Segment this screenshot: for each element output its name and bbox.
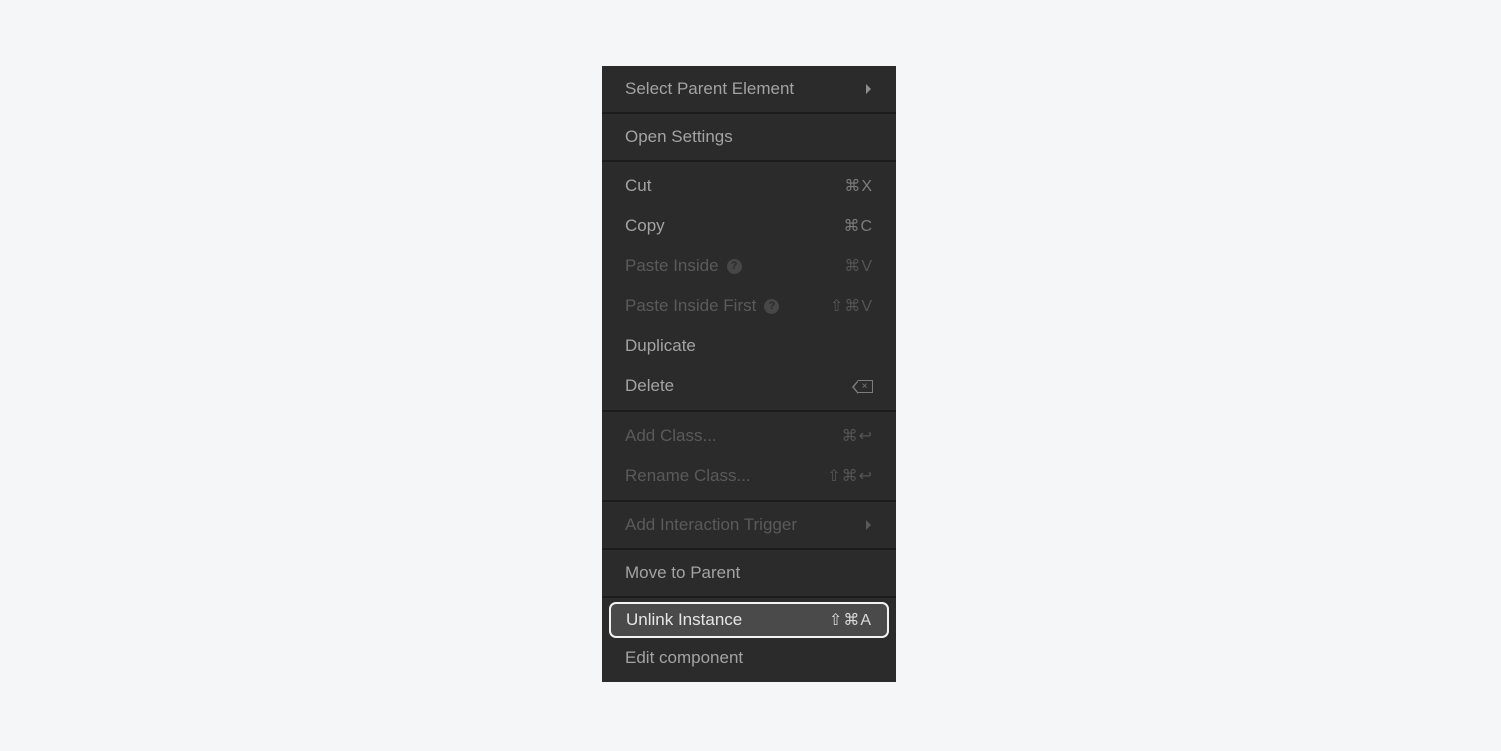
shortcut-label: ⌘V [844,258,873,275]
help-icon[interactable]: ? [764,298,780,314]
menu-item-label-wrap: Paste Inside First ? [625,296,780,316]
menu-item-label: Paste Inside [625,256,719,275]
menu-section-edit: Cut ⌘X Copy ⌘C Paste Inside ? ⌘V Paste I… [602,160,896,410]
shortcut-label: ⇧⌘A [828,612,872,629]
help-icon[interactable]: ? [726,258,742,274]
menu-item-label: Add Interaction Trigger [625,515,797,534]
menu-item-paste-inside-first: Paste Inside First ? ⇧⌘V [602,286,896,326]
menu-item-label: Duplicate [625,336,696,355]
menu-item-label: Copy [625,216,665,235]
shortcut-label: ⇧⌘↩ [827,468,873,485]
shortcut-label: ⌘X [844,178,873,195]
menu-section-interaction: Add Interaction Trigger [602,500,896,548]
menu-item-open-settings[interactable]: Open Settings [602,117,896,157]
menu-item-label: Select Parent Element [625,79,795,98]
shortcut-label: ⌘C [843,218,873,235]
menu-item-label: Cut [625,176,652,195]
menu-item-unlink-instance[interactable]: Unlink Instance ⇧⌘A [609,602,889,638]
menu-item-edit-component[interactable]: Edit component [602,638,896,678]
menu-item-paste-inside: Paste Inside ? ⌘V [602,246,896,286]
menu-item-label: Paste Inside First [625,296,757,315]
menu-item-label: Move to Parent [625,563,741,582]
menu-item-label: Open Settings [625,127,733,146]
shortcut-wrap: × [852,379,873,394]
shortcut-label: ⇧⌘V [829,298,873,315]
menu-item-label: Delete [625,376,675,395]
backspace-icon: × [852,379,873,394]
menu-item-add-class: Add Class... ⌘↩ [602,416,896,456]
menu-item-delete[interactable]: Delete × [602,366,896,406]
menu-item-label-wrap: Paste Inside ? [625,256,742,276]
menu-section-component: Unlink Instance ⇧⌘A Edit component [602,596,896,682]
menu-item-label: Rename Class... [625,466,751,485]
menu-item-rename-class: Rename Class... ⇧⌘↩ [602,456,896,496]
menu-item-label: Edit component [625,648,744,667]
menu-item-add-interaction-trigger: Add Interaction Trigger [602,505,896,545]
shortcut-label: ⌘↩ [841,428,873,445]
menu-section-move: Move to Parent [602,548,896,596]
menu-item-cut[interactable]: Cut ⌘X [602,166,896,206]
menu-item-label: Add Class... [625,426,717,445]
context-menu: Select Parent Element Open Settings Cut … [602,66,896,682]
menu-item-copy[interactable]: Copy ⌘C [602,206,896,246]
menu-item-label: Unlink Instance [626,610,743,629]
menu-section-select: Select Parent Element [602,66,896,112]
menu-section-class: Add Class... ⌘↩ Rename Class... ⇧⌘↩ [602,410,896,500]
menu-item-duplicate[interactable]: Duplicate [602,326,896,366]
menu-section-settings: Open Settings [602,112,896,160]
submenu-arrow-icon [866,520,871,530]
menu-item-move-to-parent[interactable]: Move to Parent [602,553,896,593]
menu-item-select-parent-element[interactable]: Select Parent Element [602,69,896,109]
submenu-arrow-icon [866,84,871,94]
